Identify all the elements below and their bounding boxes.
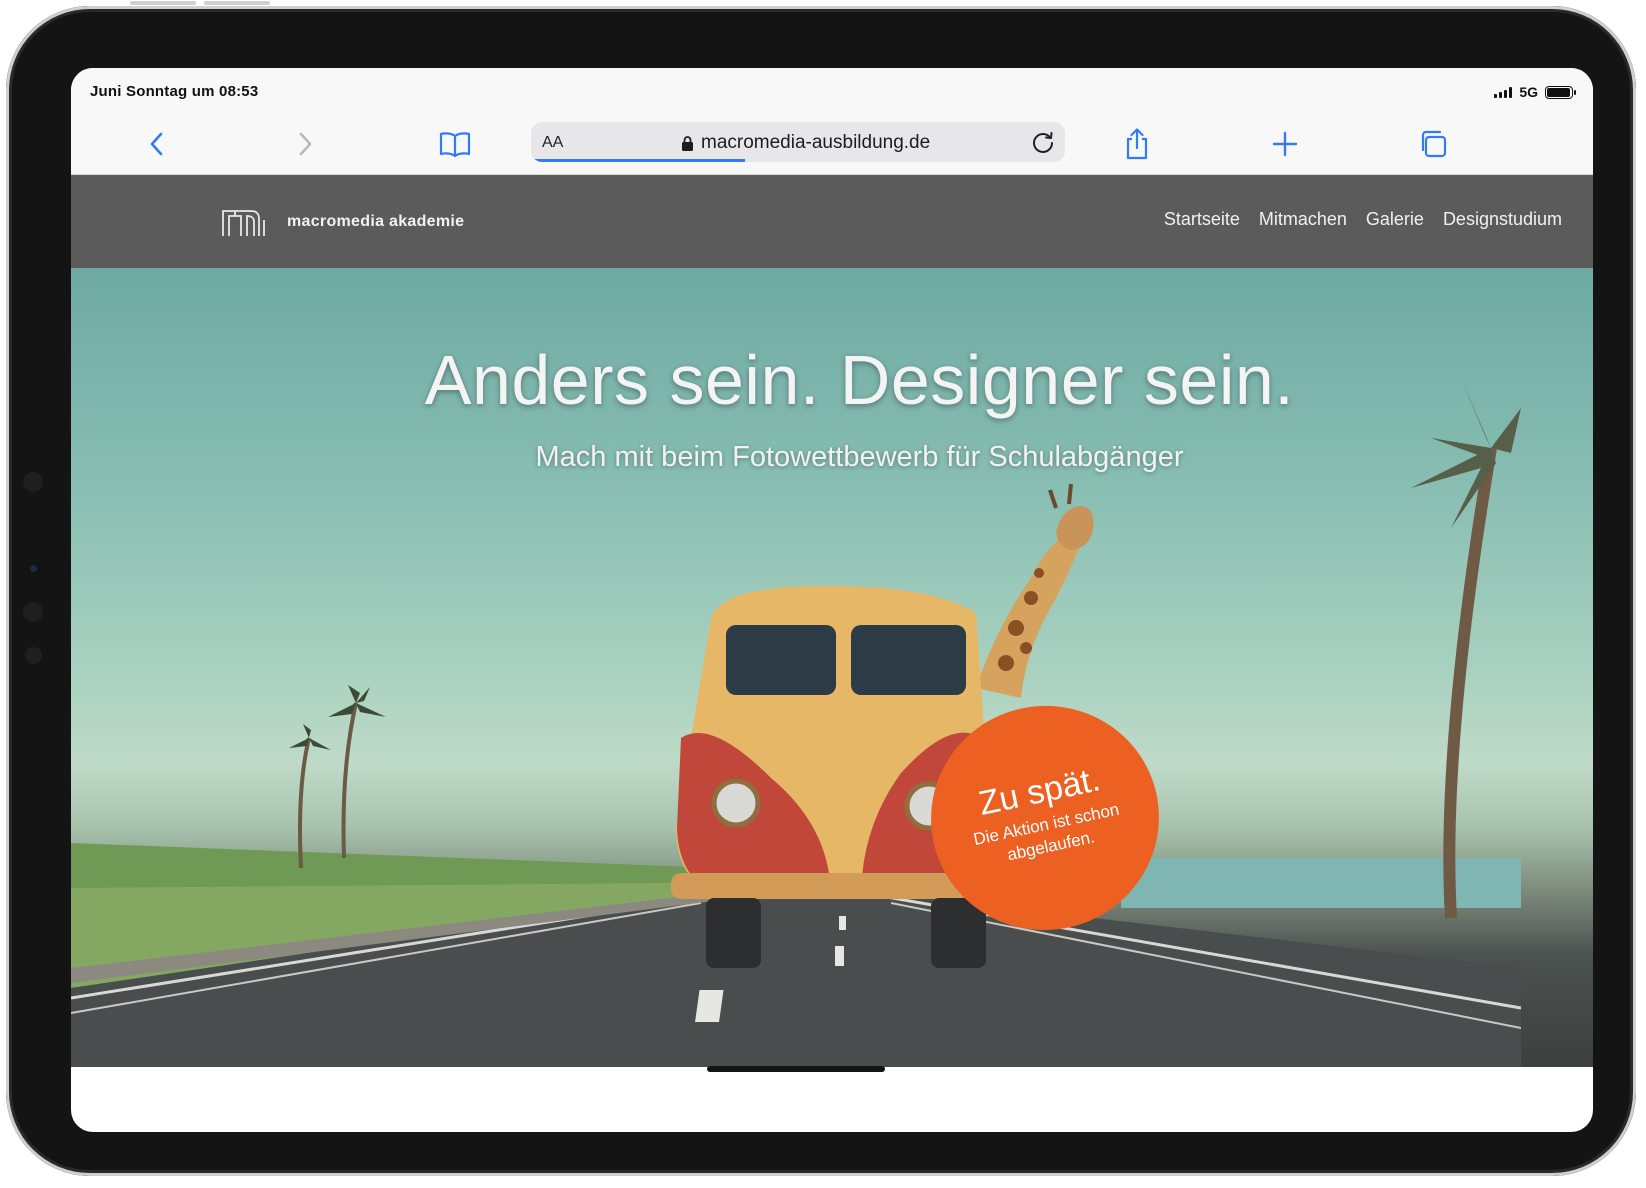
browser-toolbar: AA macromedia-ausbildung.de [71,114,1593,175]
screen: Juni Sonntag um 08:53 5G AA macromedia-a… [71,68,1593,1132]
back-icon[interactable] [135,122,179,166]
camera-icon [23,602,43,622]
ipad-frame: Juni Sonntag um 08:53 5G AA macromedia-a… [6,1,1636,1176]
reload-icon[interactable] [1029,128,1057,156]
forward-icon[interactable] [283,122,327,166]
nav-mitmachen[interactable]: Mitmachen [1259,209,1347,230]
text-size-button[interactable]: AA [542,134,563,152]
lock-icon [682,135,693,151]
share-icon[interactable] [1115,122,1159,166]
hero-section: Anders sein. Designer sein. Mach mit bei… [71,268,1593,1067]
hero-title: Anders sein. Designer sein. [424,341,1295,419]
status-indicators: 5G [1494,84,1576,100]
address-bar[interactable]: AA macromedia-ausbildung.de [531,122,1065,162]
loading-progress [531,159,745,162]
logo-text: macromedia akademie [287,213,465,230]
new-tab-icon[interactable] [1263,122,1307,166]
nav-galerie[interactable]: Galerie [1366,209,1424,230]
bookmarks-icon[interactable] [433,122,477,166]
sensor-icon [25,647,42,664]
site-header: macromedia akademie Startseite Mitmachen… [71,175,1593,268]
camera-icon [23,472,43,492]
sensor-icon [30,565,37,572]
nav-designstudium[interactable]: Designstudium [1443,209,1562,230]
status-bar: Juni Sonntag um 08:53 5G [71,68,1593,114]
site-nav: Startseite Mitmachen Galerie Designstudi… [1164,209,1562,230]
battery-icon [1545,85,1576,99]
home-indicator [707,1066,885,1072]
nav-startseite[interactable]: Startseite [1164,209,1240,230]
hero-subtitle: Mach mit beim Fotowettbewerb für Schulab… [535,441,1184,473]
url-text: macromedia-ausbildung.de [701,132,931,153]
url-display[interactable]: macromedia-ausbildung.de [681,132,930,154]
volume-button [204,1,270,5]
site-logo[interactable]: macromedia akademie [221,207,464,237]
macromedia-logo-icon [222,210,265,236]
status-time: Juni Sonntag um 08:53 [90,83,259,100]
tabs-icon[interactable] [1411,122,1455,166]
signal-icon [1494,86,1513,98]
network-label: 5G [1519,84,1538,100]
volume-button [130,1,196,5]
